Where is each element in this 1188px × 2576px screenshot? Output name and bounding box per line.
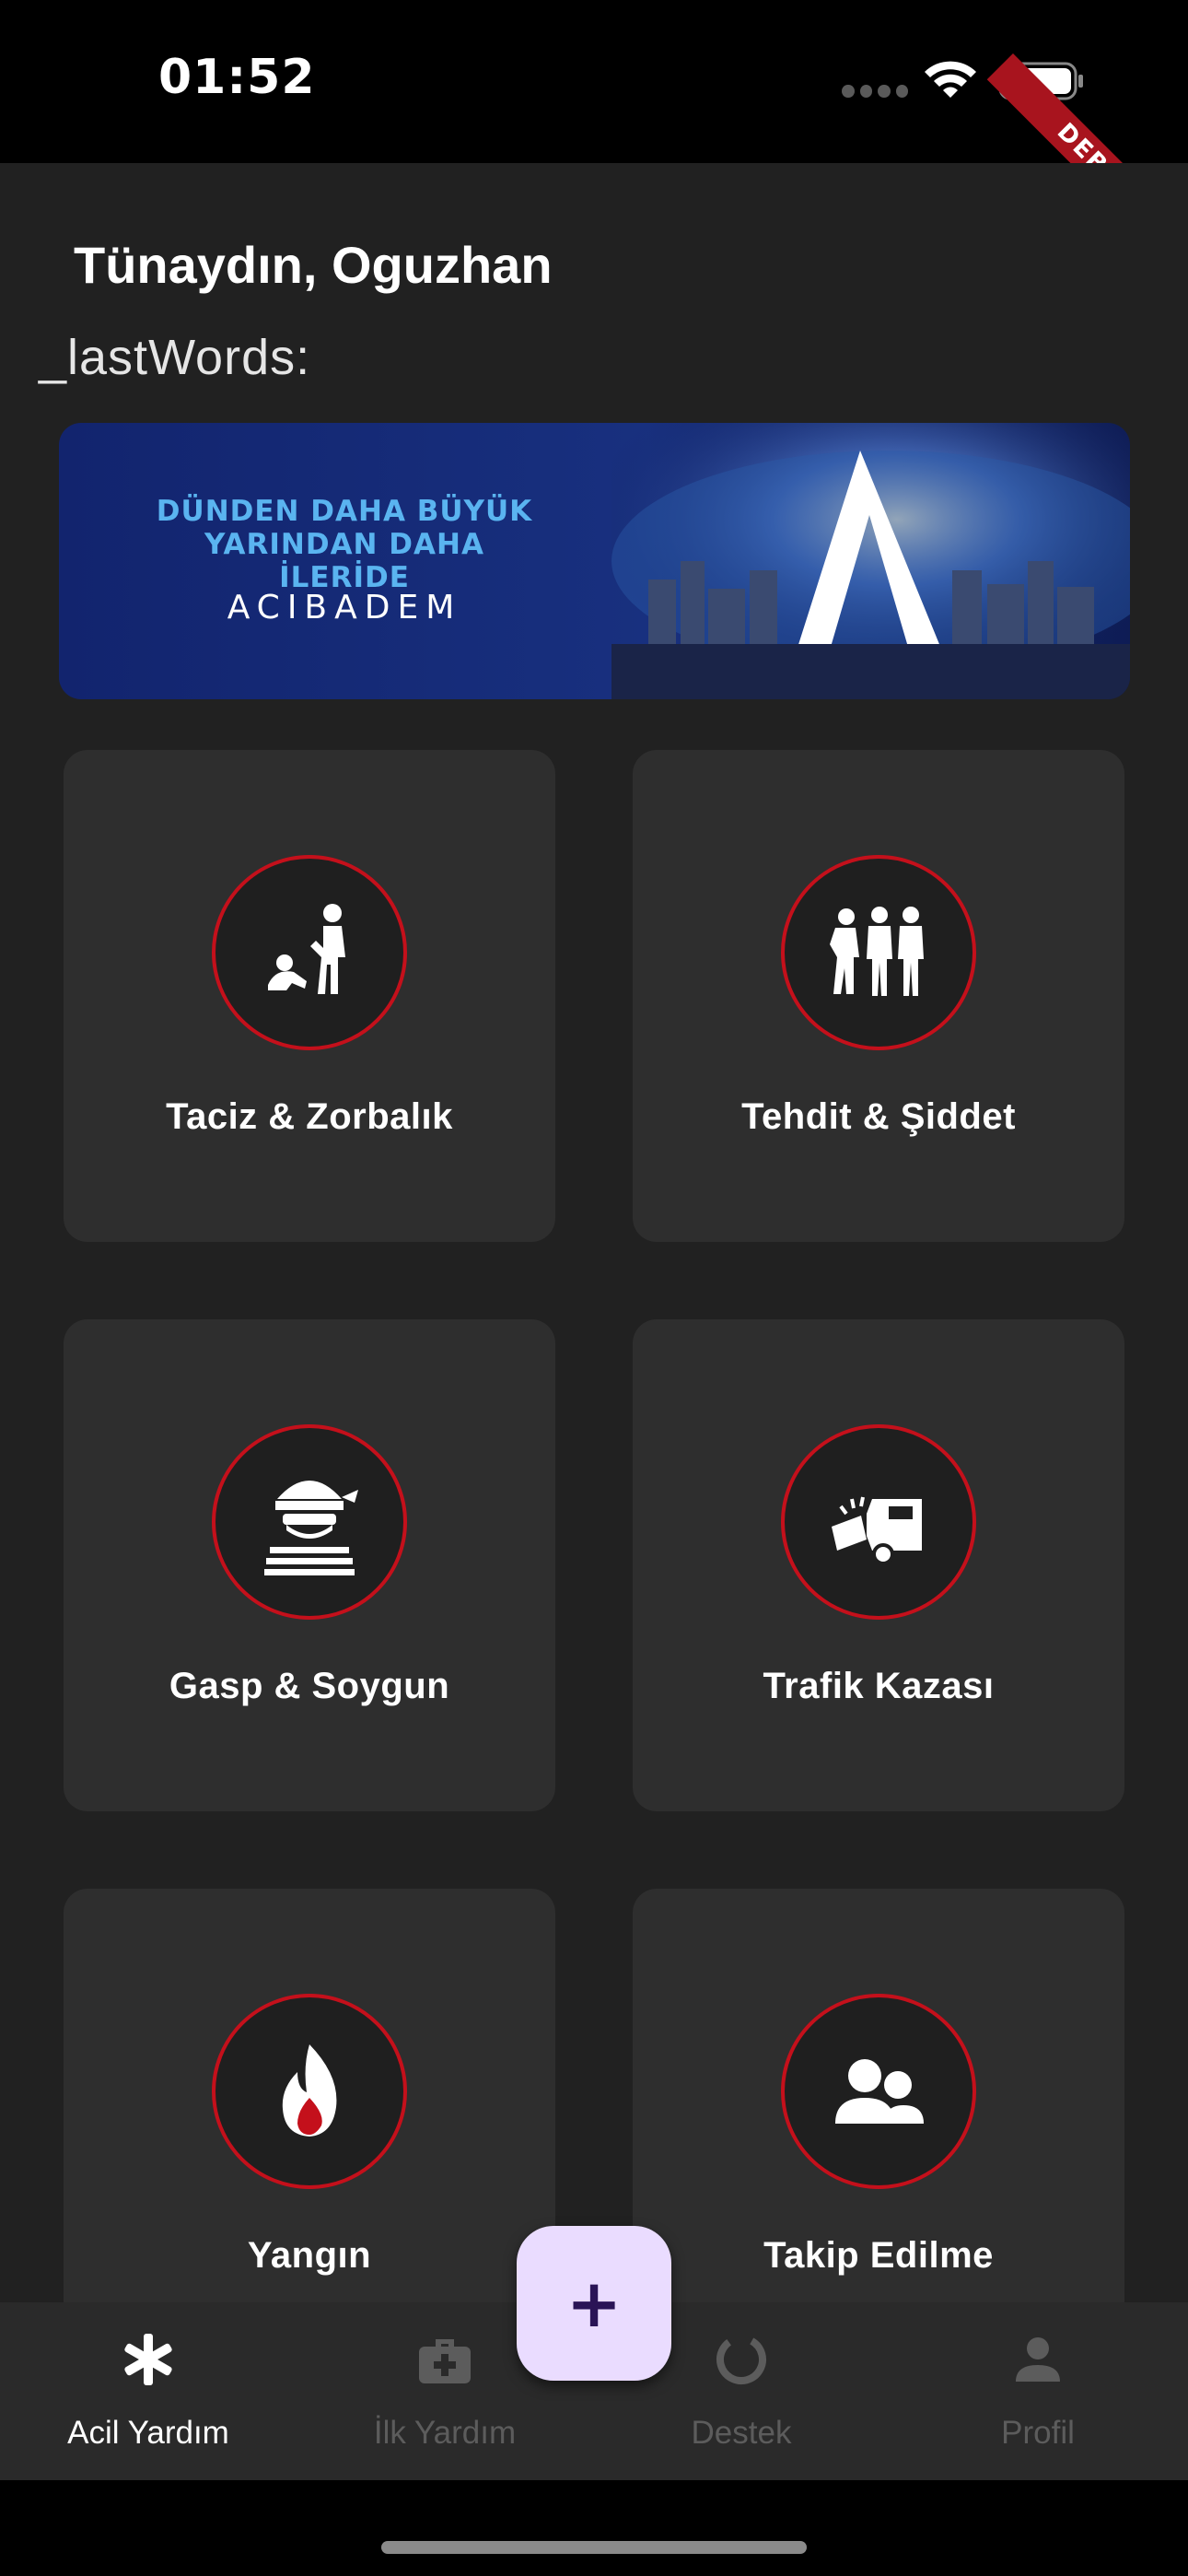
promo-banner[interactable]: DÜNDEN DAHA BÜYÜK YARINDAN DAHA İLERİDE … <box>59 423 1130 699</box>
banner-city-illustration <box>611 423 1130 699</box>
card-label: Taciz & Zorbalık <box>166 1096 453 1137</box>
person-icon <box>1016 2337 1060 2382</box>
status-time: 01:52 <box>158 50 316 105</box>
people-icon <box>781 1994 976 2189</box>
wifi-icon <box>925 61 976 98</box>
nav-item-acil-yardim[interactable]: Acil Yardım <box>0 2302 297 2480</box>
card-label: Tehdit & Şiddet <box>741 1096 1016 1137</box>
nav-item-profil[interactable]: Profil <box>890 2302 1186 2480</box>
nav-label: Destek <box>691 2415 792 2451</box>
asterisk-icon <box>124 2334 172 2385</box>
home-screen: Tünaydın, Oguzhan _lastWords: DÜNDEN DAH… <box>0 163 1188 2480</box>
status-bar: 01:52 DEBUG <box>0 0 1188 203</box>
greeting-title: Tünaydın, Oguzhan <box>74 236 553 294</box>
robber-icon <box>212 1424 407 1620</box>
plus-icon: + <box>565 2265 623 2342</box>
nav-label: İlk Yardım <box>373 2415 517 2451</box>
last-words-label: _lastWords: <box>39 330 311 385</box>
medical-kit-icon <box>419 2339 471 2383</box>
card-label: Gasp & Soygun <box>169 1666 450 1706</box>
nav-label: Acil Yardım <box>67 2415 229 2451</box>
banner-brand: ACIBADEM <box>227 589 462 626</box>
cellular-signal-icon <box>842 85 908 98</box>
banner-line2: YARINDAN DAHA İLERİDE <box>204 528 484 594</box>
home-indicator-area <box>0 2480 1188 2576</box>
nav-label: Profil <box>1001 2415 1075 2451</box>
car-crash-icon <box>781 1424 976 1620</box>
card-label: Takip Edilme <box>763 2235 994 2276</box>
violence-icon <box>781 855 976 1050</box>
banner-line1: DÜNDEN DAHA BÜYÜK <box>156 495 533 528</box>
card-harassment[interactable]: Taciz & Zorbalık <box>64 750 555 1242</box>
fire-icon <box>212 1994 407 2189</box>
home-indicator[interactable] <box>381 2541 807 2554</box>
card-traffic-accident[interactable]: Trafik Kazası <box>633 1319 1124 1811</box>
card-label: Trafik Kazası <box>763 1666 995 1706</box>
harassment-icon <box>212 855 407 1050</box>
card-robbery[interactable]: Gasp & Soygun <box>64 1319 555 1811</box>
progress-ring-icon <box>716 2335 766 2384</box>
card-violence[interactable]: Tehdit & Şiddet <box>633 750 1124 1242</box>
add-button[interactable]: + <box>517 2226 671 2381</box>
card-label: Yangın <box>247 2235 372 2276</box>
